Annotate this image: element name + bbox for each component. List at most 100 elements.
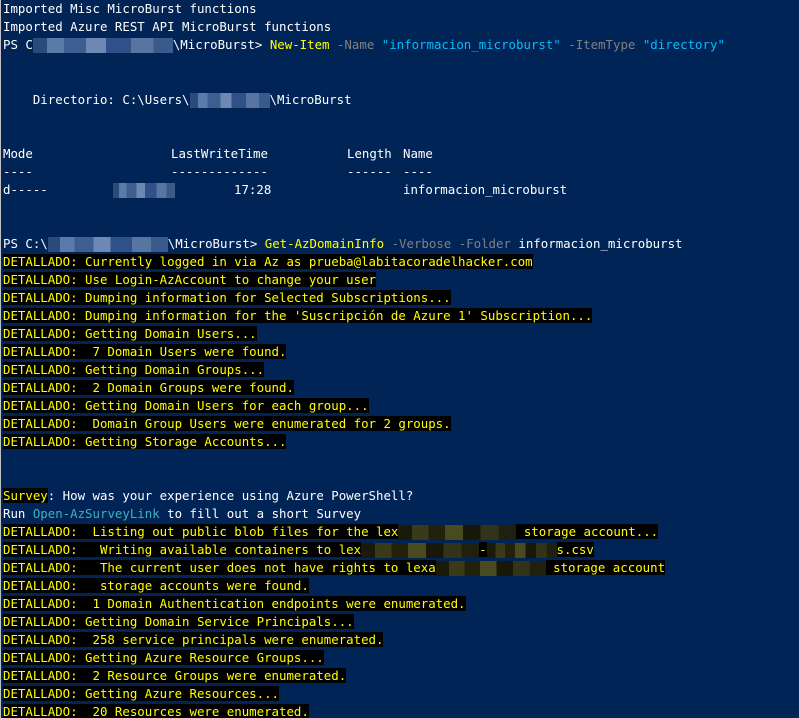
- verbose-line: DETALLADO: Getting Azure Resource Groups…: [3, 649, 324, 667]
- col-divider-name: ----: [403, 163, 433, 181]
- prompt-line: PS C \MicroBurst> New-Item -Name "informa…: [3, 36, 725, 54]
- output-text: Imported Misc MicroBurst functions: [3, 1, 257, 16]
- verbose-line: DETALLADO: Use Login-AzAccount to change…: [3, 271, 376, 289]
- command-parameter: -ItemType: [560, 37, 643, 52]
- verbose-text: DETALLADO: Getting Domain Users...: [3, 326, 257, 341]
- survey-line: Survey: How was your experience using Az…: [3, 487, 413, 505]
- verbose-line: DETALLADO: Currently logged in via Az as…: [3, 253, 533, 271]
- verbose-line: DETALLADO: Dumping information for Selec…: [3, 289, 451, 307]
- verbose-text: DETALLADO: Getting Domain Users for each…: [3, 398, 369, 413]
- header-text: Length: [347, 146, 392, 161]
- redacted-path: [47, 237, 168, 252]
- verbose-line: DETALLADO: Getting Domain Users...: [3, 325, 257, 343]
- prompt-prefix: PS C:\: [3, 236, 48, 251]
- header-text: LastWriteTime: [171, 146, 268, 161]
- verbose-text: DETALLADO: Getting Azure Resource Groups…: [3, 650, 324, 665]
- directory-line: Directorio: C:\Users\ \MicroBurst: [3, 91, 352, 109]
- verbose-text: DETALLADO: Currently logged in via Az as…: [3, 254, 533, 269]
- verbose-line: DETALLADO: Getting Storage Accounts...: [3, 433, 287, 451]
- col-divider-length: ------: [347, 163, 392, 181]
- divider-text: ----: [403, 164, 433, 179]
- command-string: "directory": [642, 37, 725, 52]
- run-prefix: Run: [3, 506, 33, 521]
- verbose-line: DETALLADO: 20 Resources were enumerated.: [3, 703, 309, 718]
- cell-text: d-----: [3, 182, 48, 197]
- redacted-path: [32, 38, 173, 53]
- verbose-line: DETALLADO: 7 Domain Users were found.: [3, 343, 287, 361]
- verbose-line: DETALLADO: 2 Domain Groups were found.: [3, 379, 294, 397]
- divider-text: ----: [3, 164, 33, 179]
- verbose-line: DETALLADO: Domain Group Users were enume…: [3, 415, 451, 433]
- col-divider-lastwritetime: -------------: [171, 163, 268, 181]
- redacted-account: [361, 543, 480, 558]
- verbose-line: DETALLADO: Writing available containers …: [3, 541, 594, 559]
- command-string: "informacion_microburst": [381, 37, 561, 52]
- col-header-name: Name: [403, 145, 433, 163]
- output-text: Imported Azure REST API MicroBurst funct…: [3, 19, 332, 34]
- col-header-length: Length: [347, 145, 392, 163]
- verbose-line: DETALLADO: The current user does not hav…: [3, 559, 666, 577]
- verbose-text: DETALLADO: Domain Group Users were enume…: [3, 416, 451, 431]
- verbose-line: DETALLADO: storage accounts were found.: [3, 577, 309, 595]
- verbose-text: s.csv: [556, 542, 594, 557]
- verbose-text: DETALLADO: 258 service principals were e…: [3, 632, 384, 647]
- col-divider-mode: ----: [3, 163, 33, 181]
- verbose-line: DETALLADO: Dumping information for the '…: [3, 307, 593, 325]
- verbose-text: DETALLADO: 2 Resource Groups were enumer…: [3, 668, 347, 683]
- directory-prefix: Directorio: C:\Users\: [3, 92, 190, 107]
- row-date-redacted: [113, 181, 175, 199]
- verbose-text: DETALLADO: 20 Resources were enumerated.: [3, 704, 309, 718]
- col-header-mode: Mode: [3, 145, 33, 163]
- row-name: informacion_microburst: [403, 181, 567, 199]
- command-name: New-Item: [269, 37, 330, 52]
- redacted-account: [435, 561, 546, 576]
- command-parameter: -Verbose -Folder: [384, 236, 519, 251]
- verbose-text: DETALLADO: Dumping information for the '…: [3, 308, 593, 323]
- directory-suffix: \MicroBurst: [269, 92, 352, 107]
- verbose-text: DETALLADO: Dumping information for Selec…: [3, 290, 451, 305]
- verbose-text: DETALLADO: The current user does not hav…: [3, 560, 436, 575]
- redacted-username: [189, 93, 270, 108]
- verbose-text: DETALLADO: 7 Domain Users were found.: [3, 344, 287, 359]
- prompt-line: PS C:\ \MicroBurst> Get-AzDomainInfo -Ver…: [3, 235, 683, 253]
- command-name: Get-AzDomainInfo: [264, 236, 385, 251]
- verbose-text: DETALLADO: Getting Azure Resources...: [3, 686, 280, 701]
- verbose-text: storage account: [545, 560, 666, 575]
- verbose-text: DETALLADO: 1 Domain Authentication endpo…: [3, 596, 466, 611]
- prompt-prefix: PS C: [3, 37, 33, 52]
- verbose-line: DETALLADO: 2 Resource Groups were enumer…: [3, 667, 347, 685]
- verbose-text: DETALLADO: Getting Domain Groups...: [3, 362, 265, 377]
- verbose-text: DETALLADO: Listing out public blob files…: [3, 524, 399, 539]
- redacted-date: [113, 183, 175, 198]
- divider-text: ------: [347, 164, 392, 179]
- verbose-text: DETALLADO: storage accounts were found.: [3, 578, 309, 593]
- header-text: Name: [403, 146, 433, 161]
- verbose-line: DETALLADO: 258 service principals were e…: [3, 631, 384, 649]
- verbose-text: DETALLADO: Getting Storage Accounts...: [3, 434, 287, 449]
- verbose-text: DETALLADO: Getting Domain Service Princi…: [3, 614, 354, 629]
- prompt-suffix: \MicroBurst>: [172, 37, 270, 52]
- run-suffix: to fill out a short Survey: [159, 506, 362, 521]
- verbose-line: DETALLADO: Getting Domain Users for each…: [3, 397, 369, 415]
- verbose-line: DETALLADO: Listing out public blob files…: [3, 523, 659, 541]
- verbose-text: storage account...: [516, 524, 659, 539]
- output-line: Imported Misc MicroBurst functions: [3, 0, 257, 18]
- redacted-account: [398, 525, 517, 540]
- verbose-line: DETALLADO: Getting Domain Groups...: [3, 361, 265, 379]
- divider-text: -------------: [171, 164, 268, 179]
- verbose-line: DETALLADO: Getting Domain Service Princi…: [3, 613, 354, 631]
- verbose-text: DETALLADO: Use Login-AzAccount to change…: [3, 272, 376, 287]
- survey-link[interactable]: Open-AzSurveyLink: [33, 506, 160, 521]
- col-header-lastwritetime: LastWriteTime: [171, 145, 268, 163]
- verbose-line: DETALLADO: 1 Domain Authentication endpo…: [3, 595, 466, 613]
- prompt-suffix: \MicroBurst>: [167, 236, 265, 251]
- powershell-console[interactable]: Imported Misc MicroBurst functions Impor…: [0, 0, 799, 718]
- survey-run-line: Run Open-AzSurveyLink to fill out a shor…: [3, 505, 361, 523]
- survey-text: : How was your experience using Azure Po…: [47, 488, 414, 503]
- header-text: Mode: [3, 146, 33, 161]
- cell-text: informacion_microburst: [403, 182, 568, 197]
- verbose-line: DETALLADO: Getting Azure Resources...: [3, 685, 280, 703]
- command-parameter: -Name: [329, 37, 382, 52]
- output-line: Imported Azure REST API MicroBurst funct…: [3, 18, 331, 36]
- command-argument: informacion_microburst: [518, 236, 683, 251]
